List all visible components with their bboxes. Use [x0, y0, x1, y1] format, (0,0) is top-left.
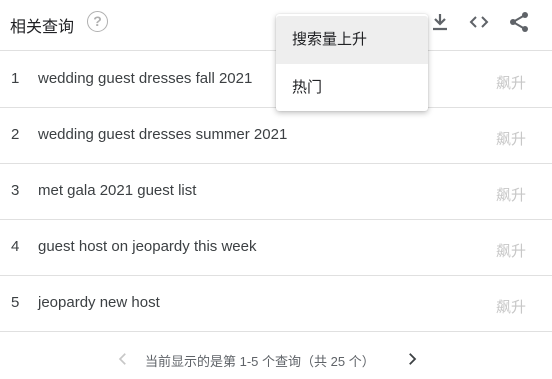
download-icon[interactable] — [428, 10, 452, 34]
row-value: 飙升 — [495, 243, 526, 260]
row-rank: 2 — [11, 126, 20, 143]
row-value: 飙升 — [495, 75, 526, 92]
row-query[interactable]: jeopardy new host — [38, 294, 160, 311]
row-query[interactable]: guest host on jeopardy this week — [38, 238, 256, 255]
widget-title: 相关查询 — [10, 19, 75, 36]
sort-dropdown-menu: 搜索量上升 热门 — [276, 14, 428, 111]
row-value: 飙升 — [495, 187, 526, 204]
row-query[interactable]: wedding guest dresses summer 2021 — [38, 126, 287, 143]
row-rank: 4 — [11, 238, 20, 255]
chevron-right-icon[interactable] — [403, 350, 421, 368]
menu-item-top[interactable]: 热门 — [276, 64, 428, 112]
pagination-text: 当前显示的是第 1-5 个查询（共 25 个） — [145, 354, 375, 369]
row-rank: 3 — [11, 182, 20, 199]
share-icon[interactable] — [507, 10, 531, 34]
menu-item-rising[interactable]: 搜索量上升 — [276, 16, 428, 64]
row-rank: 1 — [11, 70, 20, 87]
table-row[interactable]: 4 guest host on jeopardy this week 飙升 — [0, 219, 552, 275]
divider — [0, 331, 552, 332]
row-rank: 5 — [11, 294, 20, 311]
table-row[interactable]: 5 jeopardy new host 飙升 — [0, 275, 552, 331]
embed-icon[interactable] — [467, 10, 491, 34]
table-row[interactable]: 3 met gala 2021 guest list 飙升 — [0, 163, 552, 219]
row-query[interactable]: met gala 2021 guest list — [38, 182, 196, 199]
row-value: 飙升 — [495, 131, 526, 148]
pagination: 当前显示的是第 1-5 个查询（共 25 个） — [0, 340, 552, 378]
help-icon[interactable]: ? — [87, 11, 108, 32]
chevron-left-icon[interactable] — [114, 350, 132, 368]
row-query[interactable]: wedding guest dresses fall 2021 — [38, 70, 252, 87]
row-value: 飙升 — [495, 299, 526, 316]
table-row[interactable]: 2 wedding guest dresses summer 2021 飙升 — [0, 107, 552, 163]
